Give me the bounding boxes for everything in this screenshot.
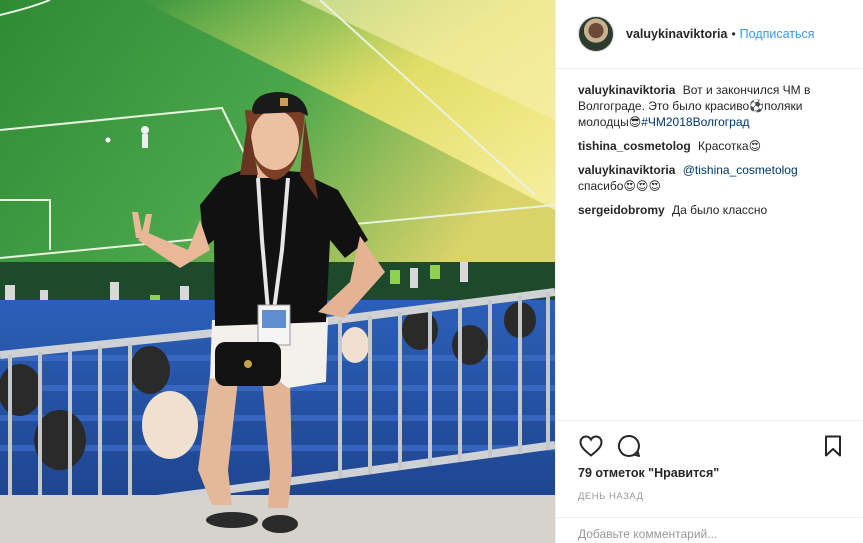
mention-link[interactable]: @tishina_cosmetolog bbox=[683, 163, 798, 177]
add-comment-input[interactable] bbox=[578, 527, 838, 541]
comment-author[interactable]: tishina_cosmetolog bbox=[578, 139, 694, 153]
caption-comment: valuykinaviktoria Вот и закончился ЧМ в … bbox=[578, 82, 848, 130]
comment-text: спасибо😍😍😍 bbox=[578, 179, 661, 193]
comment-button[interactable] bbox=[616, 433, 642, 459]
post-photo[interactable] bbox=[0, 0, 555, 543]
comment-text: Красотка😍 bbox=[698, 139, 762, 153]
likes-count[interactable]: 79 отметок "Нравится" bbox=[578, 466, 719, 480]
heart-icon bbox=[579, 435, 603, 457]
comment-text: Да было классно bbox=[672, 203, 768, 217]
post-header: valuykinaviktoria • Подписаться bbox=[556, 0, 863, 69]
comments-list: valuykinaviktoria Вот и закончился ЧМ в … bbox=[578, 82, 848, 226]
comment-author[interactable]: sergeidobromy bbox=[578, 203, 668, 217]
follow-button[interactable]: Подписаться bbox=[740, 27, 815, 41]
stadium-photo bbox=[0, 0, 555, 543]
save-button[interactable] bbox=[820, 433, 846, 459]
comment-author[interactable]: valuykinaviktoria bbox=[578, 83, 679, 97]
header-separator: • bbox=[731, 27, 736, 41]
header-username[interactable]: valuykinaviktoria bbox=[626, 27, 727, 41]
hashtag-link[interactable]: #ЧМ2018Волгоград bbox=[641, 115, 749, 129]
instagram-post: valuykinaviktoria • Подписаться valuykin… bbox=[0, 0, 863, 543]
comment-item: sergeidobromy Да было классно bbox=[578, 202, 848, 218]
comment-item: tishina_cosmetolog Красотка😍 bbox=[578, 138, 848, 154]
comment-author[interactable]: valuykinaviktoria bbox=[578, 163, 679, 177]
post-side-panel: valuykinaviktoria • Подписаться valuykin… bbox=[555, 0, 863, 543]
like-button[interactable] bbox=[578, 433, 604, 459]
comment-item: valuykinaviktoria @tishina_cosmetolog сп… bbox=[578, 162, 848, 194]
add-comment-bar bbox=[556, 517, 863, 543]
action-icons bbox=[578, 433, 654, 459]
post-actions: 79 отметок "Нравится" ДЕНЬ НАЗАД bbox=[556, 420, 863, 543]
bookmark-icon bbox=[825, 435, 841, 457]
post-time[interactable]: ДЕНЬ НАЗАД bbox=[578, 491, 643, 502]
avatar[interactable] bbox=[578, 16, 614, 52]
comment-bubble-icon bbox=[617, 434, 640, 457]
